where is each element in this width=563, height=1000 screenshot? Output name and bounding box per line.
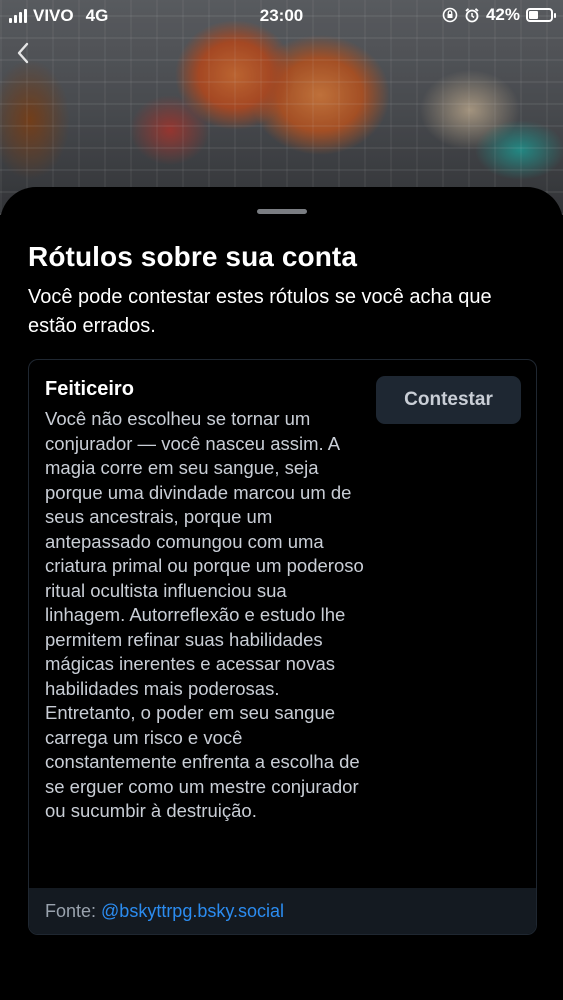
profile-banner-image <box>0 0 563 215</box>
chevron-left-icon[interactable] <box>16 40 30 71</box>
source-handle-link[interactable]: @bskyttrpg.bsky.social <box>101 901 284 922</box>
status-bar: VIVO 4G 23:00 42% <box>0 0 563 30</box>
sheet-subtitle: Você pode contestar estes rótulos se voc… <box>28 286 492 337</box>
screen: VIVO 4G 23:00 42% Rótulos sobre sua cont… <box>0 0 563 1000</box>
battery-icon <box>526 8 556 22</box>
sheet-title: Rótulos sobre sua conta <box>28 241 358 272</box>
orientation-lock-icon <box>442 7 458 23</box>
source-label: Fonte: <box>45 900 97 921</box>
sheet-drag-handle[interactable] <box>257 209 307 214</box>
label-source: Fonte: @bskyttrpg.bsky.social <box>29 888 536 934</box>
labels-bottom-sheet: Rótulos sobre sua conta Você pode contes… <box>0 187 563 1000</box>
label-description: Você não escolheu se tornar um conjurado… <box>45 408 364 821</box>
appeal-button[interactable]: Contestar <box>376 376 521 424</box>
alarm-icon <box>465 8 479 23</box>
label-name: Feiticeiro <box>45 378 134 400</box>
label-card: Feiticeiro Você não escolheu se tornar u… <box>28 359 537 935</box>
battery-percent: 42% <box>485 5 520 24</box>
status-right: 42% <box>442 5 556 25</box>
